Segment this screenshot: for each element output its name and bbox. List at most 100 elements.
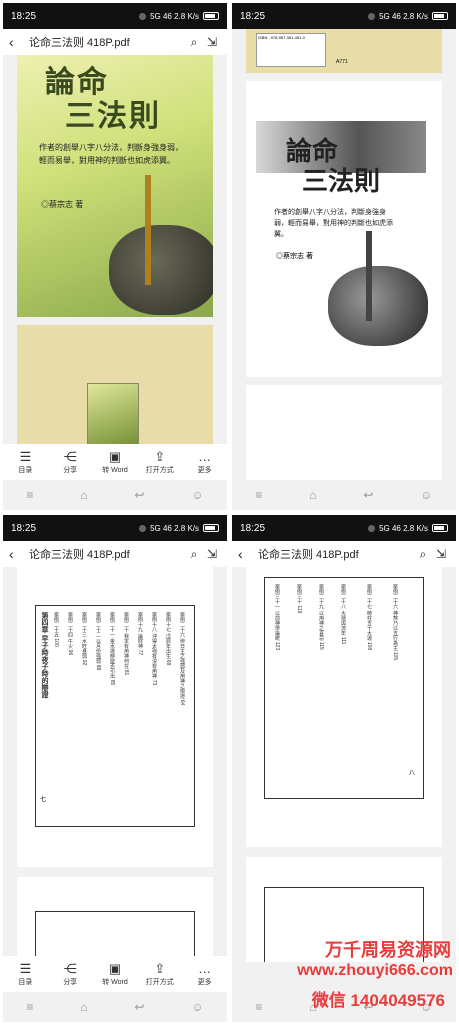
- share-button[interactable]: ⋲ 分享: [50, 448, 90, 475]
- menu-nav-icon[interactable]: ≡: [26, 1000, 33, 1014]
- search-icon[interactable]: ⌕: [185, 35, 203, 50]
- toc-item[interactable]: 案例十七 戊辰年出生 68: [164, 612, 172, 665]
- toc-button[interactable]: ☰ 目录: [5, 961, 45, 987]
- convert-word-button[interactable]: ▣ 转 Word: [95, 960, 135, 987]
- toc-item[interactable]: 案例十九 論財神 77: [136, 612, 144, 655]
- menu-nav-icon[interactable]: ≡: [255, 1000, 262, 1014]
- home-nav-icon[interactable]: ⌂: [80, 488, 87, 502]
- notification-icon: [139, 524, 147, 532]
- toc-item[interactable]: 案例二十四 午火 96: [66, 612, 74, 655]
- fit-page-icon[interactable]: ⇲: [203, 547, 221, 561]
- status-bar: 18:25 5G 46 2.8 K/s: [232, 3, 456, 29]
- accessibility-icon[interactable]: ☺: [191, 1000, 203, 1014]
- word-icon: ▣: [108, 448, 122, 464]
- list-icon: ☰: [19, 448, 32, 464]
- cover-title-line2: 三法則: [65, 99, 161, 134]
- toc-frame: [35, 911, 195, 962]
- book-code: A771: [336, 59, 348, 65]
- toc-item[interactable]: 案例二十二 以月份強弱 88: [94, 612, 102, 670]
- toc-item[interactable]: 案例二十 我本有用神何在 81: [122, 612, 130, 675]
- convert-word-button[interactable]: ▣ 转 Word: [95, 448, 135, 475]
- more-button[interactable]: … 更多: [185, 961, 225, 987]
- app-header: ‹ 论命三法则 418P.pdf ⌕ ⇲: [3, 29, 227, 55]
- watermark-line1: 万千周易资源网: [325, 940, 451, 960]
- share-icon: ⋲: [63, 448, 77, 464]
- accessibility-icon[interactable]: ☺: [191, 488, 203, 502]
- battery-icon: [432, 524, 448, 532]
- search-icon[interactable]: ⌕: [185, 547, 203, 562]
- toc-item[interactable]: 案例二十七 時柱五十大運 108: [365, 584, 373, 650]
- back-nav-icon[interactable]: ↩: [134, 488, 144, 502]
- barcode-page: ISBN : 978-957-351-451-0 A771: [246, 29, 442, 73]
- status-time: 18:25: [240, 10, 266, 22]
- accessibility-icon[interactable]: ☺: [420, 488, 432, 502]
- pdf-viewer[interactable]: 論命 三法則 作者的創舉八字八分法，判斷身強身弱，輕而易舉，對用神的判斷也如虎添…: [3, 55, 227, 450]
- open-with-icon: ⇪: [154, 960, 166, 976]
- pdf-viewer[interactable]: ISBN : 978-957-351-451-0 A771 論命 三法則 作者的…: [232, 29, 456, 480]
- back-arrow-icon[interactable]: ‹: [238, 546, 252, 562]
- word-icon: ▣: [108, 960, 122, 976]
- toc-item[interactable]: 案例三十 119: [295, 584, 303, 613]
- toc-item[interactable]: 案例十八 沖得太強有沒有用神 73: [150, 612, 158, 685]
- toc-item[interactable]: 案例二十五 100: [52, 612, 60, 647]
- system-nav-bar: ≡ ⌂ ↩ ☺: [232, 480, 456, 510]
- toc-page-next: [17, 877, 213, 962]
- back-nav-icon[interactable]: ↩: [134, 1000, 144, 1014]
- inkstone-image: [109, 225, 213, 315]
- open-with-icon: ⇪: [154, 448, 166, 464]
- share-button[interactable]: ⋲ 分享: [50, 960, 90, 987]
- status-bar: 18:25 5G 46 2.8 K/s: [3, 515, 227, 541]
- network-status: 5G 46 2.8 K/s: [150, 11, 199, 21]
- blank-page: [246, 385, 442, 480]
- menu-nav-icon[interactable]: ≡: [255, 488, 262, 502]
- toc-item[interactable]: 案例二十六 神煞乃以五行為主 105: [391, 584, 399, 660]
- network-status: 5G 46 2.8 K/s: [379, 11, 428, 21]
- app-header: ‹ 论命三法则 418P.pdf ⌕ ⇲: [3, 541, 227, 567]
- screen-panel-1: 18:25 5G 46 2.8 K/s ‹ 论命三法则 418P.pdf ⌕ ⇲…: [3, 3, 227, 510]
- title-line2: 三法則: [302, 167, 381, 197]
- toc-frame: 案例三十一 以前神學論統 123 案例三十 119 案例二十九 以用神之喜忌 1…: [264, 577, 424, 799]
- toc-page: 第四章 早子時夜子時的辯證 案例二十五 100 案例二十四 午火 96 案例二十…: [17, 567, 213, 867]
- book-thumbnail: [87, 383, 139, 450]
- toc-item[interactable]: 案例二十八 大運與流年 111: [339, 584, 347, 644]
- network-status: 5G 46 2.8 K/s: [150, 523, 199, 533]
- watermark-line2: www.zhouyi666.com: [297, 962, 453, 979]
- pdf-viewer[interactable]: 第四章 早子時夜子時的辯證 案例二十五 100 案例二十四 午火 96 案例二十…: [3, 567, 227, 962]
- fit-page-icon[interactable]: ⇲: [203, 35, 221, 49]
- back-nav-icon[interactable]: ↩: [363, 488, 373, 502]
- open-with-button[interactable]: ⇪ 打开方式: [140, 448, 180, 475]
- search-icon[interactable]: ⌕: [414, 547, 432, 562]
- back-arrow-icon[interactable]: ‹: [9, 34, 23, 50]
- status-time: 18:25: [11, 10, 37, 22]
- share-icon: ⋲: [63, 960, 77, 976]
- document-title: 论命三法则 418P.pdf: [258, 549, 359, 561]
- toc-item[interactable]: 案例二十六 辨日主之強弱及用神之辯證 64: [178, 612, 186, 705]
- toc-item[interactable]: 案例三十一 以前神學論統 123: [273, 584, 281, 650]
- fit-page-icon[interactable]: ⇲: [432, 547, 450, 561]
- title-page: 論命 三法則 作者的創舉八字八分法，判斷身強身弱，輕而易舉，對用神的判斷也如虎添…: [246, 81, 442, 377]
- system-nav-bar: ≡ ⌂ ↩ ☺: [3, 992, 227, 1022]
- pdf-viewer[interactable]: 案例三十一 以前神學論統 123 案例三十 119 案例二十九 以用神之喜忌 1…: [232, 567, 456, 962]
- notification-icon: [139, 12, 147, 20]
- status-bar: 18:25 5G 46 2.8 K/s: [232, 515, 456, 541]
- open-with-button[interactable]: ⇪ 打开方式: [140, 960, 180, 987]
- more-icon: …: [198, 448, 212, 464]
- barcode-label: ISBN : 978-957-351-451-0: [256, 33, 326, 67]
- home-nav-icon[interactable]: ⌂: [80, 1000, 87, 1014]
- toc-item[interactable]: 案例二十一 金水運時能否引出 85: [108, 612, 116, 685]
- menu-nav-icon[interactable]: ≡: [26, 488, 33, 502]
- status-time: 18:25: [11, 522, 37, 534]
- status-bar: 18:25 5G 46 2.8 K/s: [3, 3, 227, 29]
- document-title: 论命三法则 418P.pdf: [29, 37, 130, 49]
- toc-item[interactable]: 案例二十三 水旺身弱 92: [80, 612, 88, 665]
- back-arrow-icon[interactable]: ‹: [9, 546, 23, 562]
- toc-button[interactable]: ☰ 目录: [5, 448, 45, 475]
- more-button[interactable]: … 更多: [185, 448, 225, 475]
- cover-page: 論命 三法則 作者的創舉八字八分法，判斷身強身弱，輕而易舉，對用神的判斷也如虎添…: [17, 55, 213, 317]
- brush-image: [145, 175, 151, 285]
- screen-panel-2: 18:25 5G 46 2.8 K/s ISBN : 978-957-351-4…: [232, 3, 456, 510]
- home-nav-icon[interactable]: ⌂: [309, 488, 316, 502]
- toc-item[interactable]: 案例二十九 以用神之喜忌 115: [317, 584, 325, 650]
- title-author: ◎蔡宗志 著: [276, 253, 313, 260]
- system-nav-bar: ≡ ⌂ ↩ ☺: [3, 480, 227, 510]
